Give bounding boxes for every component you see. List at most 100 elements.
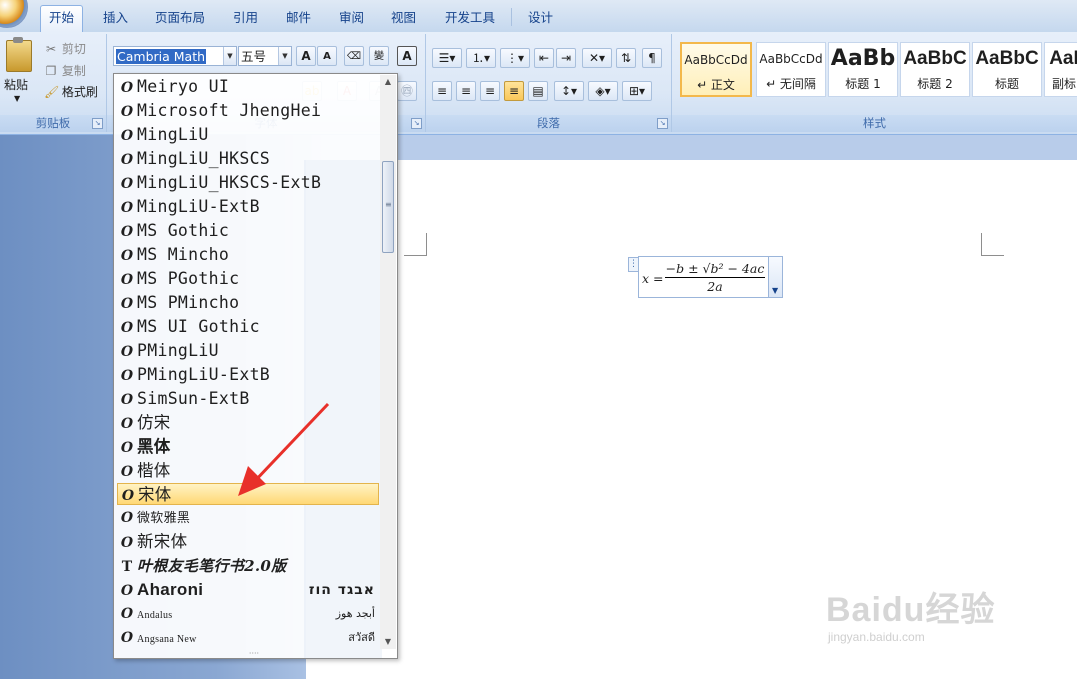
opentype-font-icon: O — [120, 320, 134, 336]
align-center-icon[interactable]: ≡ — [456, 81, 476, 101]
style-subtitle-sample: AaI — [1049, 48, 1077, 69]
opentype-font-icon: O — [120, 176, 134, 192]
font-list-item[interactable]: O Meiryo UI — [117, 76, 379, 98]
style-subtitle[interactable]: AaI 副标 — [1044, 42, 1077, 97]
font-list-item[interactable]: O MingLiU-ExtB — [117, 196, 379, 218]
font-list-item[interactable]: O MS Gothic — [117, 220, 379, 242]
multilevel-list-icon[interactable]: ⋮▾ — [500, 48, 530, 68]
equation-numerator: −b ± √b² − 4ac — [665, 261, 765, 278]
paste-dropdown-icon[interactable]: ▼ — [14, 94, 20, 103]
office-button-icon[interactable] — [0, 0, 28, 28]
font-list-item[interactable]: O Andalus أبجد هوز — [117, 603, 379, 625]
font-list-item[interactable]: O MS PMincho — [117, 292, 379, 314]
tab-design[interactable]: 设计 — [520, 6, 561, 30]
enclose-char-icon[interactable]: ㊃ — [397, 81, 417, 101]
tab-developer[interactable]: 开发工具 — [437, 6, 503, 30]
equation-box[interactable]: x = −b ± √b² − 4ac 2a — [638, 256, 770, 298]
style-title[interactable]: AaBbC 标题 — [972, 42, 1042, 97]
tab-references[interactable]: 引用 — [225, 6, 266, 30]
font-script-sample: أبجد هوز — [335, 607, 375, 620]
format-painter-button[interactable]: 🖌 格式刷 — [44, 83, 98, 100]
watermark-url: jingyan.baidu.com — [828, 630, 925, 644]
chinese-layout-icon[interactable]: ✕▾ — [582, 48, 612, 68]
scroll-down-icon[interactable]: ▼ — [380, 635, 396, 649]
shading-icon[interactable]: ◈▾ — [588, 81, 618, 101]
font-list-item[interactable]: O Angsana New สวัสดี — [117, 627, 379, 649]
char-border-icon: A — [402, 49, 412, 63]
font-list-item[interactable]: O MingLiU — [117, 124, 379, 146]
style-heading-2[interactable]: AaBbC 标题 2 — [900, 42, 970, 97]
style-heading-1[interactable]: AaBb 标题 1 — [828, 42, 898, 97]
font-dropdown-list[interactable]: O Meiryo UI O Microsoft JhengHei O MingLiU O Mi… — [113, 73, 398, 659]
justify-icon[interactable]: ≡ — [504, 81, 524, 101]
decrease-indent-icon[interactable]: ⇤ — [534, 48, 554, 68]
equation-lhs: x = — [642, 271, 664, 286]
bullets-icon[interactable]: ☰▾ — [432, 48, 462, 68]
opentype-font-icon: O — [120, 80, 134, 96]
word-window: 开始 插入 页面布局 引用 邮件 审阅 视图 开发工具 设计 粘贴 ▼ ✂ 剪切… — [0, 0, 1077, 679]
font-list-item[interactable]: O 微软雅黑 — [117, 507, 379, 529]
borders-icon[interactable]: ⊞▾ — [622, 81, 652, 101]
sort-icon[interactable]: ⇅ — [616, 48, 636, 68]
tab-review[interactable]: 审阅 — [331, 6, 372, 30]
tab-mailings[interactable]: 邮件 — [278, 6, 319, 30]
font-name-label: Andalus — [137, 610, 173, 621]
align-right-icon[interactable]: ≡ — [480, 81, 500, 101]
scroll-thumb[interactable]: ≡ — [382, 161, 394, 253]
align-left-icon[interactable]: ≡ — [432, 81, 452, 101]
grow-font-button[interactable]: A — [296, 46, 316, 66]
font-list-item[interactable]: O MingLiU_HKSCS-ExtB — [117, 172, 379, 194]
style-heading-1-sample: AaBb — [830, 46, 896, 71]
font-name-label: 宋体 — [138, 485, 172, 504]
style-normal[interactable]: AaBbCcDd ↵ 正文 — [680, 42, 752, 97]
tab-insert[interactable]: 插入 — [95, 6, 136, 30]
font-list-item[interactable]: O MS UI Gothic — [117, 316, 379, 338]
grip-icon: ≡ — [385, 200, 392, 209]
font-name-dropdown-icon[interactable]: ▼ — [223, 47, 236, 65]
font-list-item[interactable]: T 叶根友毛笔行书2.0版 — [117, 555, 379, 577]
font-size-input[interactable]: 五号 ▼ — [238, 46, 292, 66]
font-size-dropdown-icon[interactable]: ▼ — [278, 47, 291, 65]
font-list-item[interactable]: O 新宋体 — [117, 531, 379, 553]
increase-indent-icon[interactable]: ⇥ — [556, 48, 576, 68]
opentype-font-icon: O — [120, 248, 134, 264]
font-list-item[interactable]: O MS Mincho — [117, 244, 379, 266]
equation-options-button[interactable]: ▼ — [768, 256, 783, 298]
paste-button[interactable]: 粘贴 — [4, 76, 28, 93]
copy-button[interactable]: ❐ 复制 — [44, 62, 86, 79]
font-name-value: Cambria Math — [116, 49, 207, 64]
font-name-label: Angsana New — [137, 634, 197, 645]
font-script-sample: สวัสดี — [348, 631, 375, 644]
clear-format-icon[interactable]: ⌫ — [344, 46, 364, 66]
scroll-up-icon[interactable]: ▲ — [380, 75, 396, 89]
distributed-icon[interactable]: ▤ — [528, 81, 548, 101]
font-list-item[interactable]: O MS PGothic — [117, 268, 379, 290]
numbering-icon[interactable]: ⒈▾ — [466, 48, 496, 68]
style-no-spacing[interactable]: AaBbCcDd ↵ 无间隔 — [756, 42, 826, 97]
font-launcher-icon[interactable]: ↘ — [411, 118, 422, 129]
font-list-scrollbar[interactable]: ▲ ≡ ▼ — [380, 75, 396, 649]
tab-home[interactable]: 开始 — [40, 5, 84, 33]
paragraph-launcher-icon[interactable]: ↘ — [657, 118, 668, 129]
font-list-item[interactable]: O PMingLiU — [117, 340, 379, 362]
line-spacing-icon[interactable]: ↕▾ — [554, 81, 584, 101]
opentype-font-icon: O — [120, 392, 134, 408]
font-list-item[interactable]: O Microsoft JhengHei — [117, 100, 379, 122]
tab-view[interactable]: 视图 — [383, 6, 424, 30]
resize-grip-icon[interactable]: ···· — [244, 650, 264, 658]
shrink-font-button[interactable]: A — [317, 46, 337, 66]
clipboard-launcher-icon[interactable]: ↘ — [92, 118, 103, 129]
arrow-head — [238, 466, 266, 496]
paste-icon[interactable] — [6, 37, 32, 72]
style-subtitle-label: 副标 — [1051, 77, 1076, 91]
tab-page-layout[interactable]: 页面布局 — [147, 6, 213, 30]
font-list-item[interactable]: O Aharoni אבגד הוז — [117, 579, 379, 601]
font-name-input[interactable]: Cambria Math ▼ — [113, 46, 237, 66]
font-list-item[interactable]: O PMingLiU-ExtB — [117, 364, 379, 386]
baidu-watermark: Baidu经验 jingyan.baidu.com — [826, 562, 1046, 662]
show-marks-icon[interactable]: ¶ — [642, 48, 662, 68]
phonetic-guide-icon[interactable]: 變 — [369, 46, 389, 66]
font-list-item[interactable]: O MingLiU_HKSCS — [117, 148, 379, 170]
cut-button[interactable]: ✂ 剪切 — [44, 40, 86, 57]
char-border-button[interactable]: A — [397, 46, 417, 66]
